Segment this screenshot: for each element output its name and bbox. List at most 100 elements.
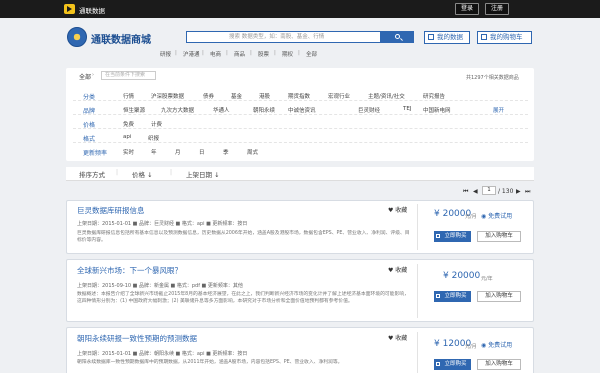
add-to-cart-button[interactable]: 加入购物车 [477, 291, 521, 302]
filter-option[interactable]: api [123, 134, 131, 140]
brand-logo-icon[interactable] [64, 4, 75, 14]
filter-option[interactable]: 基金 [231, 92, 242, 100]
my-data-button[interactable]: 我的数据 [424, 31, 470, 44]
product-description: 朝阳永续数据库一致性预期数据库中的预期数据，从2011年开始，涵盖A股市场，内容… [77, 360, 343, 365]
last-page-icon[interactable]: ⏭ [525, 188, 530, 196]
filter-option[interactable]: 日 [199, 148, 205, 156]
quick-link-research[interactable]: 研报 [160, 50, 171, 58]
search-icon [395, 34, 400, 39]
quick-link-hk-connect[interactable]: 沪港通 [183, 50, 200, 58]
add-to-cart-button[interactable]: 加入购物车 [477, 231, 521, 242]
product-title[interactable]: 巨灵数据库研报信息 [77, 205, 145, 216]
filter-option[interactable]: 债券 [203, 92, 214, 100]
site-logo-icon[interactable] [67, 27, 87, 47]
buy-now-button[interactable]: 立即购买 [434, 231, 471, 242]
quick-link-options[interactable]: 期权 [282, 50, 293, 58]
filter-option[interactable]: 免费 [123, 120, 134, 128]
data-icon [428, 34, 434, 40]
product-price: ¥ 20000 [443, 271, 481, 281]
next-page-icon[interactable]: ▶ [516, 188, 521, 195]
product-title[interactable]: 朝阳永续研报一致性预期的预测数据 [77, 333, 197, 344]
product-meta: 上架日期：2015-01-01 ■ 品牌：巨灵财经 ■ 格式：api ■ 更新频… [77, 221, 248, 227]
product-description: 数据概述：本报告介绍了全球新兴市场截止2015年8月的基本经济展望，在此之上，我… [77, 292, 409, 304]
filter-option[interactable]: 宏观行业 [328, 92, 350, 100]
filter-option[interactable]: 恒生聚源 [123, 106, 145, 114]
login-button[interactable]: 登录 [455, 3, 479, 15]
separator: | [116, 169, 119, 176]
filter-label: 价格 [83, 122, 96, 129]
filter-option[interactable]: 朝阳永续 [253, 106, 275, 114]
my-cart-button[interactable]: 我的购物车 [477, 31, 532, 44]
filter-option[interactable]: 中国新电网 [423, 106, 451, 114]
divider [417, 204, 418, 250]
quick-link-all[interactable]: 全部 [306, 50, 317, 58]
sort-by-date[interactable]: 上架日期 ↓ [186, 169, 220, 179]
filter-label: 品牌 [83, 108, 96, 115]
cart-icon [436, 362, 440, 366]
filter-option[interactable]: 巨灵财经 [358, 106, 380, 114]
first-page-icon[interactable]: ⏮ [463, 188, 468, 196]
filter-option[interactable]: 主题/资讯/社交 [368, 92, 405, 100]
quick-link-stock[interactable]: 股票 [258, 50, 269, 58]
filter-search-input[interactable]: 在当前条件下搜索 [101, 71, 156, 80]
filter-option[interactable]: 年 [151, 148, 157, 156]
cart-icon [436, 294, 440, 298]
product-meta: 上架日期：2015-01-01 ■ 品牌：朝阳永续 ■ 格式：api ■ 更新频… [77, 351, 248, 357]
filter-option[interactable]: 周式 [247, 148, 258, 156]
filter-option[interactable]: 研究报告 [423, 92, 445, 100]
separator: | [170, 169, 173, 176]
search-input[interactable]: 搜索 数据类型，如：南股、基金、行情 [186, 31, 381, 43]
favorite-button[interactable]: ♥ 收藏 [388, 205, 407, 214]
separator: | [250, 50, 252, 56]
favorite-button[interactable]: ♥ 收藏 [388, 333, 407, 342]
favorite-button[interactable]: ♥ 收藏 [388, 265, 407, 274]
divider [417, 332, 418, 373]
filter-row-category: 分类 行情 沪深股票数据 债券 基金 港股 期货指数 宏观行业 主题/资讯/社交… [73, 89, 528, 101]
chevron-right-icon: › [92, 72, 94, 78]
filter-option[interactable]: 期货指数 [288, 92, 310, 100]
filter-option[interactable]: 季 [223, 148, 229, 156]
filter-row-price: 价格 免费 计费 [73, 117, 528, 129]
sort-by-price[interactable]: 价格 ↓ [132, 169, 153, 179]
free-trial-link[interactable]: ◉ 免费试用 [481, 340, 512, 349]
cart-icon [481, 34, 487, 40]
filter-label: 格式 [83, 136, 96, 143]
filter-option[interactable]: 中诚信资讯 [288, 106, 316, 114]
add-to-cart-button[interactable]: 加入购物车 [477, 359, 521, 370]
product-title[interactable]: 全球新兴市场：下一个暴风眼？ [77, 265, 182, 276]
free-trial-link[interactable]: ◉ 免费试用 [481, 211, 512, 220]
quick-link-commodity[interactable]: 商品 [234, 50, 245, 58]
separator: | [226, 50, 228, 56]
site-title[interactable]: 通联数据商城 [91, 31, 151, 46]
filter-option[interactable]: 实时 [123, 148, 134, 156]
brand-name[interactable]: 通联数据 [79, 5, 105, 15]
filter-option[interactable]: 九次方大数据 [161, 106, 194, 114]
register-button[interactable]: 注册 [485, 3, 509, 15]
buy-now-button[interactable]: 立即购买 [434, 359, 471, 370]
prev-page-icon[interactable]: ◀ [473, 188, 478, 195]
filter-row-frequency: 更新频率 实时 年 月 日 季 周式 [73, 145, 528, 157]
filter-row-format: 格式 api 织报 [73, 131, 528, 143]
search-button[interactable] [381, 31, 414, 43]
separator: | [298, 50, 300, 56]
page-input[interactable]: 1 [482, 186, 496, 195]
separator: | [175, 50, 177, 56]
buy-now-button[interactable]: 立即购买 [434, 291, 471, 302]
price-unit: 元/年 [481, 276, 493, 282]
result-count: 共1297个相关数据商品 [466, 75, 519, 81]
filter-all[interactable]: 全部 [79, 72, 91, 81]
product-meta: 上架日期：2015-09-10 ■ 品牌：新金属 ■ 格式：pdf ■ 更新频率… [77, 283, 243, 289]
filter-option[interactable]: 计费 [151, 120, 162, 128]
separator: | [274, 50, 276, 56]
filter-option[interactable]: TEJ [403, 106, 411, 112]
filter-option[interactable]: 沪深股票数据 [151, 92, 184, 100]
expand-brand-link[interactable]: 展开 [493, 106, 504, 114]
filter-label: 更新频率 [83, 150, 108, 157]
quick-link-ecommerce[interactable]: 电商 [210, 50, 221, 58]
filter-option[interactable]: 月 [175, 148, 181, 156]
filter-option[interactable]: 行情 [123, 92, 134, 100]
separator: | [202, 50, 204, 56]
filter-option[interactable]: 港股 [259, 92, 270, 100]
filter-option[interactable]: 织报 [148, 134, 159, 142]
filter-option[interactable]: 华通人 [213, 106, 230, 114]
